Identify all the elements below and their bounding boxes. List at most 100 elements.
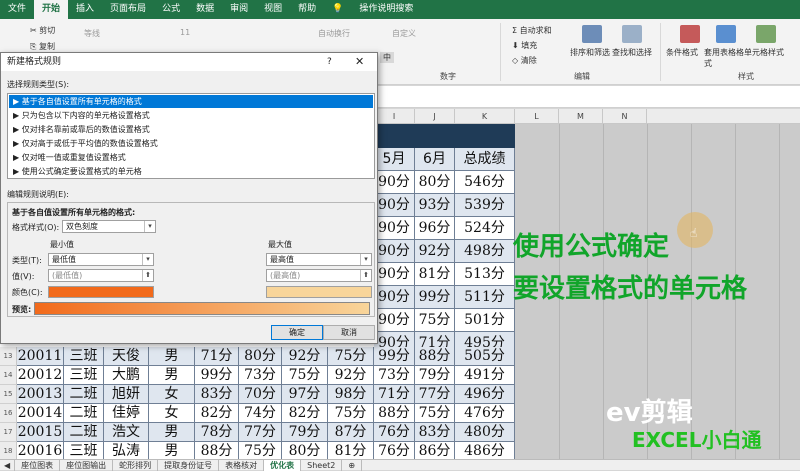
table-cell[interactable]: 20013 bbox=[17, 385, 64, 404]
column-header-l[interactable]: L bbox=[515, 109, 559, 124]
table-cell[interactable]: 92分 bbox=[282, 347, 328, 366]
rule-type-item[interactable]: ▶ 仅对高于或低于平均值的数值设置格式 bbox=[9, 137, 373, 150]
table-cell[interactable]: 511分 bbox=[455, 286, 515, 309]
table-cell[interactable]: 76分 bbox=[374, 423, 415, 442]
rule-type-item[interactable]: ▶ 仅对唯一值或重复值设置格式 bbox=[9, 151, 373, 164]
table-cell[interactable]: 498分 bbox=[455, 240, 515, 263]
table-cell[interactable]: 旭妍 bbox=[104, 385, 149, 404]
table-cell[interactable]: 99分 bbox=[415, 286, 455, 309]
table-cell[interactable]: 83分 bbox=[415, 423, 455, 442]
tab-help[interactable]: 帮助 bbox=[290, 0, 324, 19]
max-value-input[interactable]: (最高值) ⬆ bbox=[266, 269, 372, 282]
table-cell[interactable]: 男 bbox=[149, 347, 195, 366]
row-number[interactable]: 17 bbox=[0, 423, 17, 442]
autosum-button[interactable]: Σ 自动求和 bbox=[512, 25, 552, 36]
table-cell[interactable]: 546分 bbox=[455, 171, 515, 194]
cell-styles-button[interactable]: 单元格样式 bbox=[744, 47, 784, 58]
table-cell[interactable]: 476分 bbox=[455, 404, 515, 423]
table-cell[interactable]: 二班 bbox=[64, 404, 104, 423]
sheet-tab-active[interactable]: 优化表 bbox=[264, 459, 302, 471]
tab-review[interactable]: 审阅 bbox=[222, 0, 256, 19]
table-cell[interactable]: 75分 bbox=[328, 347, 374, 366]
table-cell[interactable]: 20012 bbox=[17, 366, 64, 385]
table-cell[interactable]: 74分 bbox=[239, 404, 282, 423]
row-number[interactable]: 15 bbox=[0, 385, 17, 404]
range-select-icon[interactable]: ⬆ bbox=[360, 270, 371, 281]
sheet-tab[interactable]: 提取身份证号 bbox=[158, 459, 220, 471]
table-cell[interactable]: 83分 bbox=[195, 385, 239, 404]
table-cell[interactable]: 513分 bbox=[455, 263, 515, 286]
copy-button[interactable]: ⎘ 复制 bbox=[30, 41, 55, 52]
format-as-table-button[interactable]: 套用表格格式 bbox=[704, 47, 744, 69]
table-cell[interactable]: 90分 bbox=[374, 309, 415, 332]
max-type-select[interactable]: 最高值 ▾ bbox=[266, 253, 372, 266]
table-cell[interactable]: 90分 bbox=[374, 171, 415, 194]
table-cell[interactable]: 81分 bbox=[415, 263, 455, 286]
table-cell[interactable]: 524分 bbox=[455, 217, 515, 240]
table-cell[interactable]: 99分 bbox=[374, 347, 415, 366]
table-cell[interactable]: 77分 bbox=[239, 423, 282, 442]
rule-type-item-selected[interactable]: ▶ 基于各自值设置所有单元格的格式 bbox=[9, 95, 373, 108]
max-color-picker[interactable] bbox=[266, 286, 372, 298]
tab-data[interactable]: 数据 bbox=[188, 0, 222, 19]
table-cell[interactable]: 20011 bbox=[17, 347, 64, 366]
column-header-j[interactable]: J bbox=[415, 109, 455, 124]
table-cell[interactable]: 73分 bbox=[374, 366, 415, 385]
table-cell[interactable]: 女 bbox=[149, 404, 195, 423]
table-cell[interactable]: 92分 bbox=[415, 240, 455, 263]
table-cell[interactable]: 73分 bbox=[239, 366, 282, 385]
table-cell[interactable]: 491分 bbox=[455, 366, 515, 385]
table-cell[interactable]: 二班 bbox=[64, 423, 104, 442]
cancel-button[interactable]: 取消 bbox=[323, 325, 375, 340]
close-icon[interactable]: ✕ bbox=[355, 53, 364, 71]
table-cell[interactable]: 男 bbox=[149, 423, 195, 442]
table-cell[interactable]: 71分 bbox=[374, 385, 415, 404]
tab-home[interactable]: 开始 bbox=[34, 0, 69, 19]
table-cell[interactable]: 505分 bbox=[455, 347, 515, 366]
table-cell[interactable]: 90分 bbox=[374, 286, 415, 309]
column-header-i[interactable]: I bbox=[374, 109, 415, 124]
table-cell[interactable]: 浩文 bbox=[104, 423, 149, 442]
row-number[interactable]: 14 bbox=[0, 366, 17, 385]
table-cell[interactable]: 87分 bbox=[328, 423, 374, 442]
rule-type-item[interactable]: ▶ 使用公式确定要设置格式的单元格 bbox=[9, 165, 373, 178]
table-cell[interactable]: 20014 bbox=[17, 404, 64, 423]
sheet-tab[interactable]: 表格核对 bbox=[219, 459, 265, 471]
table-cell[interactable]: 92分 bbox=[328, 366, 374, 385]
table-cell[interactable]: 70分 bbox=[239, 385, 282, 404]
find-select-button[interactable]: 查找和选择 bbox=[612, 47, 652, 58]
table-cell[interactable]: 82分 bbox=[282, 404, 328, 423]
row-number[interactable]: 13 bbox=[0, 347, 17, 366]
tell-me-search[interactable]: 操作说明搜索 bbox=[351, 0, 421, 19]
table-cell[interactable]: 496分 bbox=[455, 385, 515, 404]
range-select-icon[interactable]: ⬆ bbox=[142, 270, 153, 281]
table-cell[interactable]: 男 bbox=[149, 366, 195, 385]
table-cell[interactable]: 佳婷 bbox=[104, 404, 149, 423]
table-cell[interactable]: 77分 bbox=[415, 385, 455, 404]
table-cell[interactable]: 80分 bbox=[239, 347, 282, 366]
column-header-m[interactable]: M bbox=[559, 109, 603, 124]
table-cell[interactable]: 539分 bbox=[455, 194, 515, 217]
sheet-tab[interactable]: 座位图表 bbox=[15, 459, 61, 471]
sheet-tab[interactable]: 蛇形排列 bbox=[113, 459, 159, 471]
table-cell[interactable]: 90分 bbox=[374, 263, 415, 286]
table-cell[interactable]: 98分 bbox=[328, 385, 374, 404]
tab-file[interactable]: 文件 bbox=[0, 0, 34, 19]
table-cell[interactable]: 99分 bbox=[195, 366, 239, 385]
tab-formulas[interactable]: 公式 bbox=[154, 0, 188, 19]
sort-filter-button[interactable]: 排序和筛选 bbox=[570, 47, 610, 58]
table-cell[interactable]: 96分 bbox=[415, 217, 455, 240]
table-cell[interactable]: 女 bbox=[149, 385, 195, 404]
number-format-select[interactable]: 自定义 bbox=[392, 28, 416, 39]
column-header-k[interactable]: K bbox=[455, 109, 515, 124]
clear-button[interactable]: ◇ 清除 bbox=[512, 55, 537, 66]
table-cell[interactable]: 75分 bbox=[282, 366, 328, 385]
sheet-nav-left-icon[interactable]: ◀ bbox=[0, 459, 16, 471]
fill-button[interactable]: ⬇ 填充 bbox=[512, 40, 537, 51]
add-sheet-icon[interactable]: ⊕ bbox=[342, 459, 363, 471]
format-style-select[interactable]: 双色刻度 ▾ bbox=[62, 220, 156, 233]
table-cell[interactable]: 三班 bbox=[64, 366, 104, 385]
table-cell[interactable]: 79分 bbox=[415, 366, 455, 385]
rule-type-list[interactable]: ▶ 基于各自值设置所有单元格的格式 ▶ 只为包含以下内容的单元格设置格式 ▶ 仅… bbox=[7, 93, 375, 179]
font-size-select[interactable]: 11 bbox=[180, 28, 190, 37]
